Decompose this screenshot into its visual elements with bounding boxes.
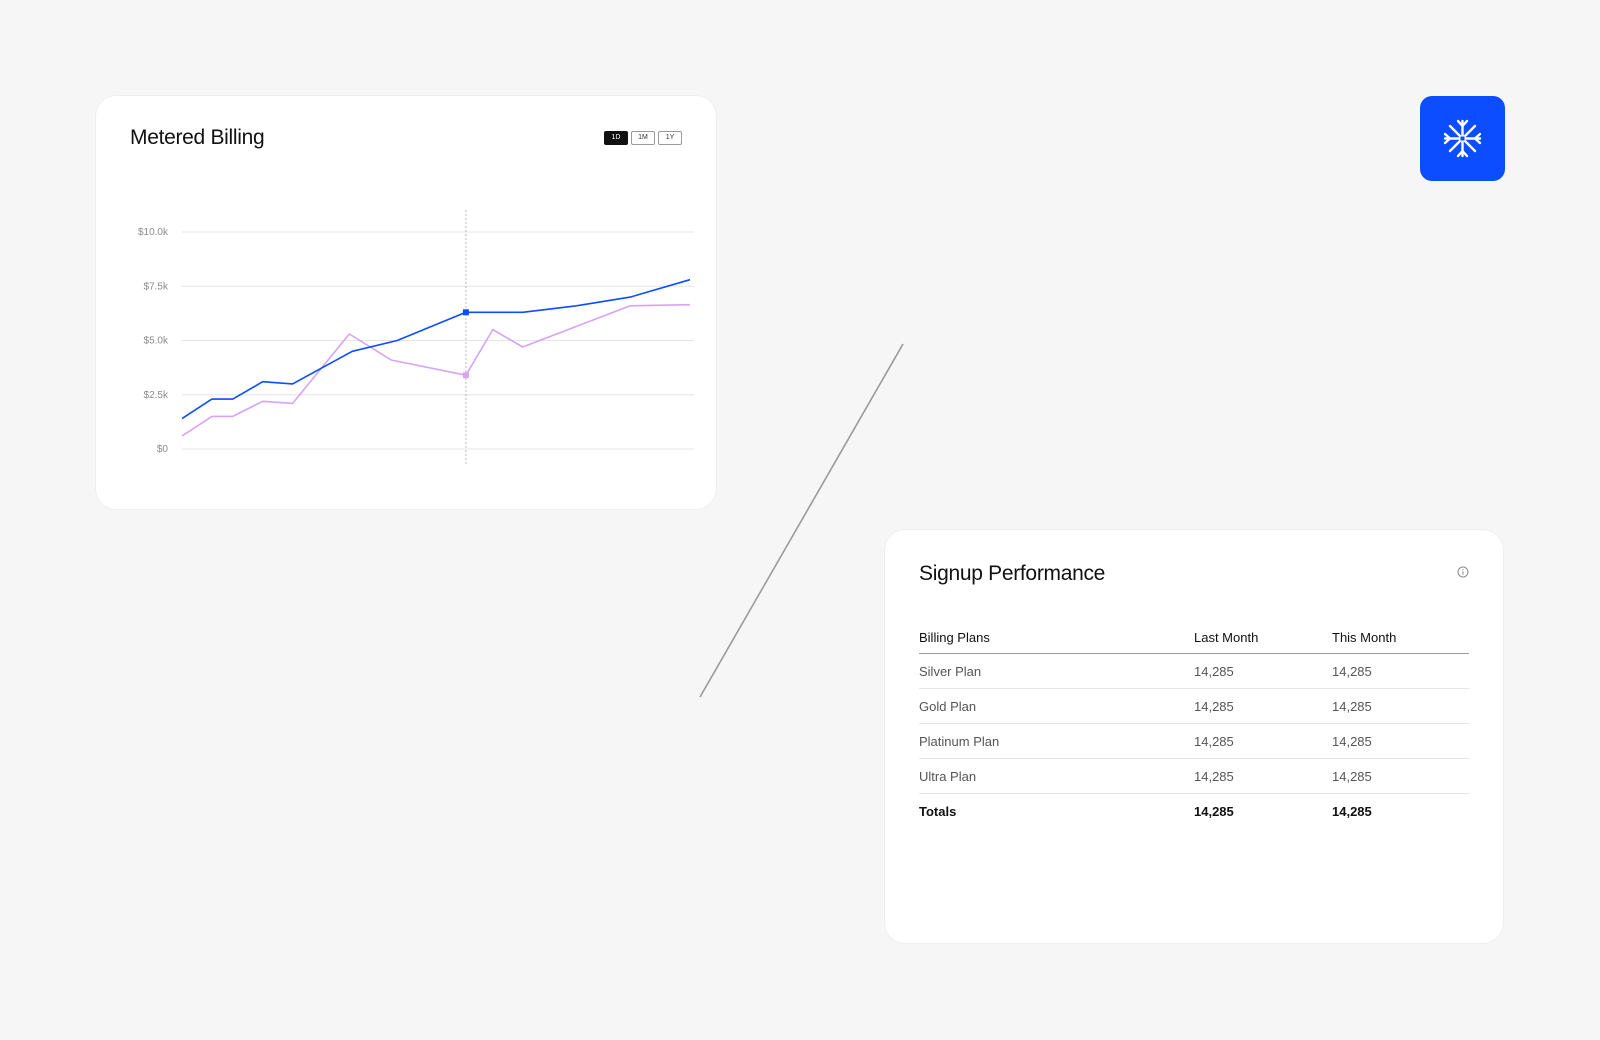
this-month-value: 14,285 (1332, 758, 1469, 794)
range-1y-button[interactable]: 1Y (658, 131, 682, 145)
plan-name: Ultra Plan (919, 758, 1194, 794)
column-header-last-month: Last Month (1194, 630, 1332, 654)
signup-title: Signup Performance (919, 562, 1106, 585)
table-row: Gold Plan 14,285 14,285 (919, 688, 1469, 724)
y-tick-label: $7.5k (144, 281, 169, 292)
plan-name: Silver Plan (919, 653, 1194, 689)
brand-logo (1420, 96, 1505, 181)
last-month-value: 14,285 (1194, 688, 1332, 724)
this-month-value: 14,285 (1332, 688, 1469, 724)
signup-performance-card: Signup Performance Billing Plans Last Mo… (885, 530, 1503, 943)
column-header-this-month: This Month (1332, 630, 1469, 654)
totals-last-month: 14,285 (1194, 803, 1234, 819)
billing-title: Metered Billing (130, 126, 265, 149)
totals-this-month: 14,285 (1332, 803, 1372, 819)
plan-name: Gold Plan (919, 688, 1194, 724)
table-row: Silver Plan 14,285 14,285 (919, 653, 1469, 689)
metered-billing-card: $0 $2.5k $5.0k $7.5k $10.0k Metered Billing … (96, 96, 716, 509)
table-header-row: Billing Plans Last Month This Month (919, 630, 1469, 654)
range-toggle: 1D 1M 1Y (604, 131, 682, 145)
hover-point-marker (462, 372, 469, 379)
last-month-value: 14,285 (1194, 758, 1332, 794)
column-header-plans: Billing Plans (919, 630, 1194, 654)
billing-line-chart: $0 $2.5k $5.0k $7.5k $10.0k (138, 210, 694, 464)
plan-name: Platinum Plan (919, 723, 1194, 759)
y-tick-label: $5.0k (144, 336, 169, 347)
table-row: Ultra Plan 14,285 14,285 (919, 758, 1469, 794)
this-month-value: 14,285 (1332, 723, 1469, 759)
y-tick-label: $0 (157, 444, 169, 455)
last-month-value: 14,285 (1194, 653, 1332, 689)
hover-point-marker (462, 309, 469, 316)
totals-row: Totals 14,285 14,285 (919, 794, 1469, 829)
totals-label: Totals (919, 803, 957, 819)
table-row: Platinum Plan 14,285 14,285 (919, 723, 1469, 759)
this-month-value: 14,285 (1332, 653, 1469, 689)
snowflake-asterisk-logo-icon (1443, 119, 1482, 158)
last-month-value: 14,285 (1194, 723, 1332, 759)
plans-table: Billing Plans Last Month This Month Silv… (919, 630, 1469, 828)
info-circle-icon[interactable] (1457, 566, 1469, 578)
range-1m-button[interactable]: 1M (631, 131, 655, 145)
y-tick-label: $2.5k (144, 390, 169, 401)
series-line-primary (181, 278, 691, 420)
range-1d-button[interactable]: 1D (604, 131, 628, 145)
y-tick-label: $10.0k (138, 227, 169, 238)
